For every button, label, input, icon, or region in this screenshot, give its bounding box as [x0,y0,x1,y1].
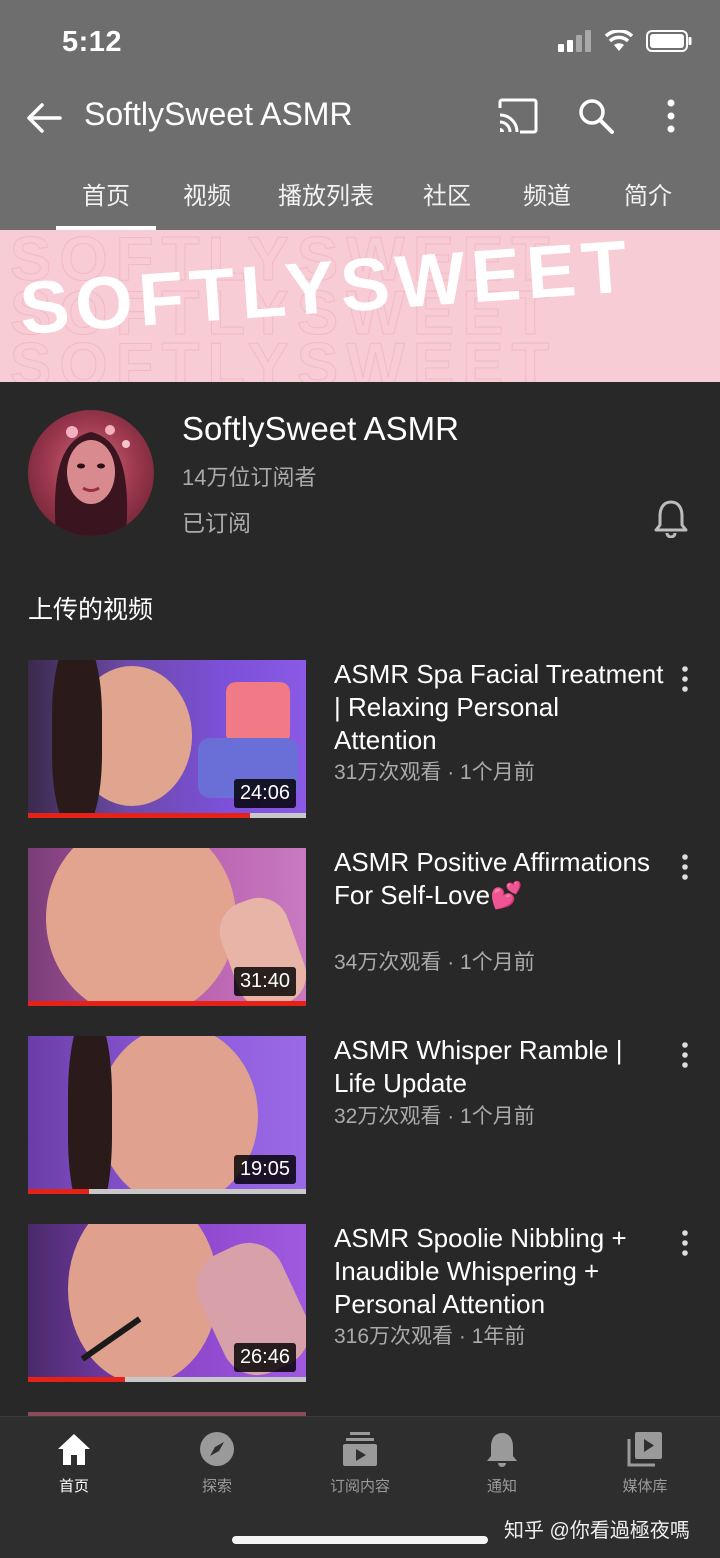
section-title: 上传的视频 [28,596,154,624]
notification-bell-icon[interactable] [652,498,690,538]
more-options-icon[interactable] [654,94,688,138]
tab-playlists[interactable]: 播放列表 [266,176,386,211]
home-icon [58,1434,90,1465]
video-list-item[interactable]: 31:40 ASMR Positive Affirmations For Sel… [0,846,720,1008]
nav-label: 通知 [486,1478,517,1495]
search-icon[interactable] [574,94,618,138]
video-more-icon[interactable] [674,852,696,882]
battery-icon [646,30,692,52]
watch-progress [28,1189,306,1194]
status-icons [558,30,692,52]
app-bar: SoftlySweet ASMR 首页 视频 播放列表 社区 频道 简介 [0,84,720,230]
tab-channels[interactable]: 频道 [502,176,592,211]
thumbnail-face [68,1224,218,1382]
watch-progress-fill [28,813,251,818]
nav-item-library[interactable]: 媒体库 [585,1429,705,1496]
video-title[interactable]: ASMR Spa Facial Treatment | Relaxing Per… [334,658,664,757]
thumbnail-face [46,848,236,1006]
watch-progress [28,1001,306,1006]
video-more-icon[interactable] [674,1228,696,1258]
subscriptions-icon [343,1432,377,1466]
nav-item-explore[interactable]: 探索 [157,1429,277,1496]
nav-item-home[interactable]: 首页 [14,1429,134,1496]
video-duration: 19:05 [233,1155,296,1184]
video-title[interactable]: ASMR Spoolie Nibbling + Inaudible Whispe… [334,1222,664,1321]
tab-community[interactable]: 社区 [402,176,492,211]
nav-item-notifications[interactable]: 通知 [442,1429,562,1496]
channel-banner: SOFTLYSWEET SOFTLYSWEET SOFTLYSWEET SOFT… [0,230,720,382]
page-title: SoftlySweet ASMR [84,96,353,132]
home-indicator[interactable] [232,1536,488,1544]
channel-name: SoftlySweet ASMR [182,410,459,447]
thumbnail-hair [52,660,102,818]
watch-progress [28,813,306,818]
video-meta: 31万次观看 · 1个月前 [334,761,535,784]
thumbnail-product [226,682,290,744]
video-meta: 34万次观看 · 1个月前 [334,951,535,974]
video-title[interactable]: ASMR Positive Affirmations For Self-Love… [334,846,664,912]
video-meta: 32万次观看 · 1个月前 [334,1105,535,1128]
watch-progress-fill [28,1001,306,1006]
video-duration: 31:40 [233,967,296,996]
video-more-icon[interactable] [674,1040,696,1070]
video-thumbnail[interactable]: 24:06 [28,660,306,818]
library-icon [627,1432,662,1467]
subscriber-count: 14万位订阅者 [182,465,317,490]
nav-item-subscriptions[interactable]: 订阅内容 [300,1429,420,1496]
video-meta: 316万次观看 · 1年前 [334,1325,526,1348]
explore-icon [200,1432,234,1466]
video-duration: 26:46 [233,1343,296,1372]
watch-progress-fill [28,1377,126,1382]
nav-label: 探索 [201,1478,232,1495]
channel-avatar[interactable] [28,410,154,536]
status-time: 5:12 [62,26,123,58]
video-duration: 24:06 [233,779,296,808]
watch-progress [28,1377,306,1382]
tab-home[interactable]: 首页 [56,176,156,211]
tab-videos[interactable]: 视频 [162,176,252,211]
video-thumbnail[interactable]: 26:46 [28,1224,306,1382]
cast-icon[interactable] [496,96,540,136]
nav-label: 首页 [58,1478,89,1495]
video-thumbnail[interactable]: 31:40 [28,848,306,1006]
video-list-item[interactable]: 19:05 ASMR Whisper Ramble | Life Update … [0,1034,720,1196]
video-list-item[interactable]: 24:06 ASMR Spa Facial Treatment | Relaxi… [0,658,720,820]
video-list-item[interactable]: 26:46 ASMR Spoolie Nibbling + Inaudible … [0,1222,720,1384]
video-more-icon[interactable] [674,664,696,694]
back-arrow-icon[interactable] [22,96,66,140]
channel-tabs: 首页 视频 播放列表 社区 频道 简介 [0,160,720,230]
nav-label: 订阅内容 [329,1478,390,1495]
nav-label: 媒体库 [622,1478,668,1495]
cellular-signal-icon [558,30,591,52]
subscribed-button[interactable]: 已订阅 [182,504,251,538]
video-title[interactable]: ASMR Whisper Ramble | Life Update [334,1034,664,1100]
status-bar: 5:12 [0,0,720,84]
watch-progress-fill [28,1189,90,1194]
video-thumbnail[interactable]: 19:05 [28,1036,306,1194]
wifi-icon [604,30,634,51]
tab-about[interactable]: 简介 [603,176,693,211]
thumbnail-hair [68,1036,112,1194]
watermark: 知乎 @你看過極夜嗎 [504,1520,690,1542]
avatar-image [54,425,130,536]
bell-icon [487,1433,517,1467]
